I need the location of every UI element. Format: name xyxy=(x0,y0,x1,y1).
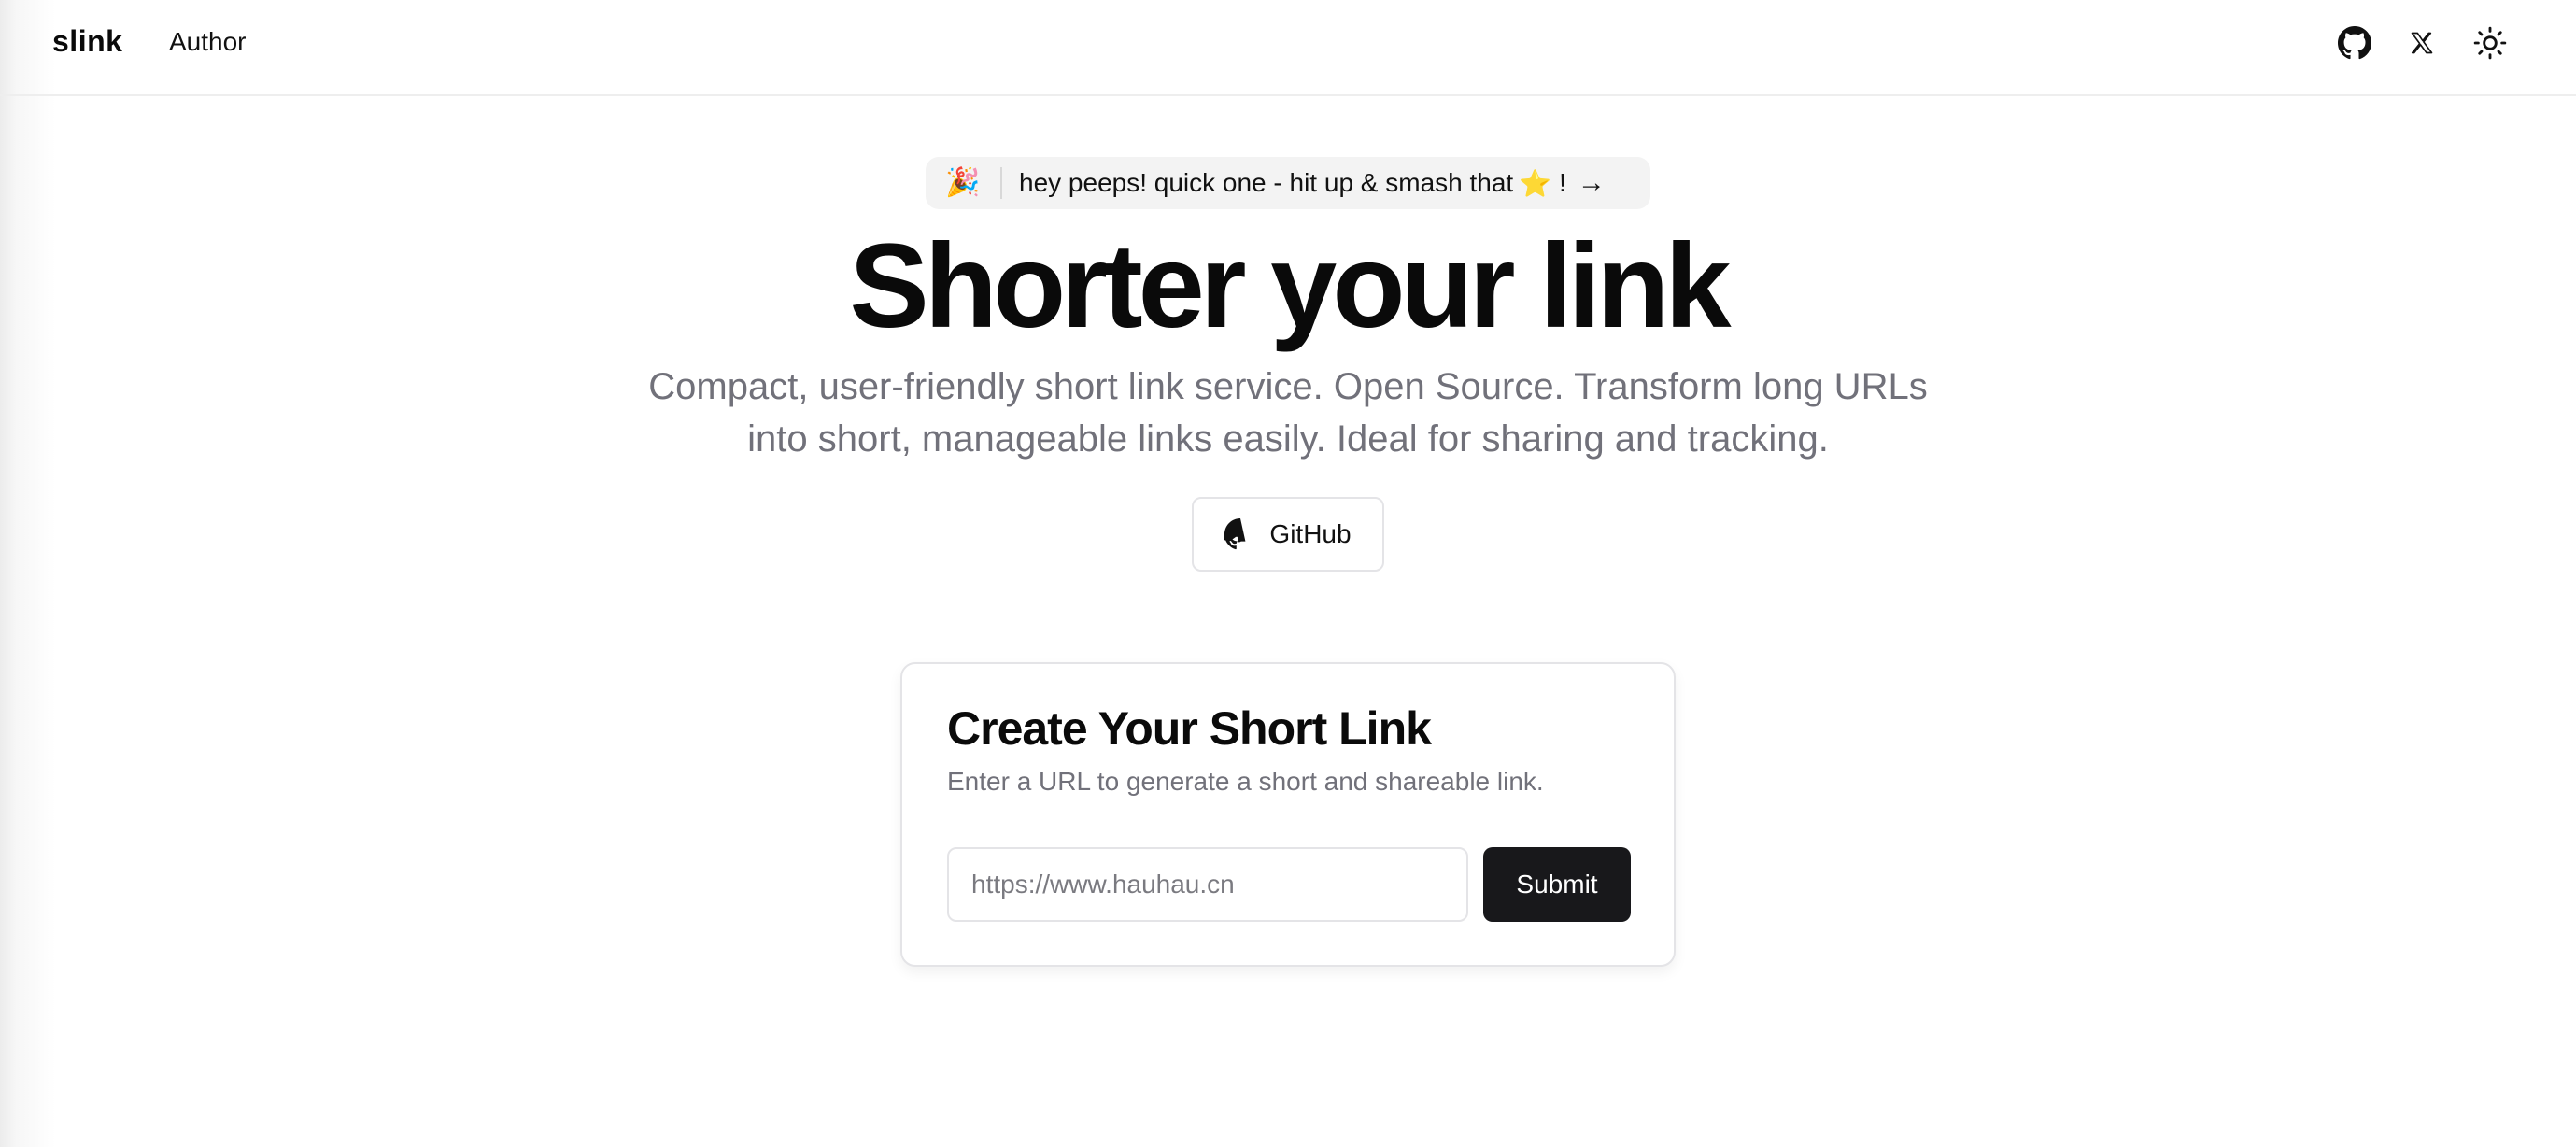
top-navbar: slink Author xyxy=(0,0,2576,96)
announcement-pill[interactable]: 🎉 hey peeps! quick one - hit up & smash … xyxy=(926,157,1650,209)
github-button[interactable]: GitHub xyxy=(1192,497,1384,572)
card-title: Create Your Short Link xyxy=(947,702,1432,755)
nav-link-author[interactable]: Author xyxy=(169,27,247,57)
page: slink Author 🎉 hey peeps! quick one - hi… xyxy=(0,0,2576,1147)
pill-divider xyxy=(1000,167,1002,199)
url-input[interactable] xyxy=(947,847,1468,922)
card-description: Enter a URL to generate a short and shar… xyxy=(947,767,1544,796)
github-button-label: GitHub xyxy=(1269,519,1352,548)
star-icon: ⭐ xyxy=(1519,168,1552,198)
party-popper-icon: 🎉 xyxy=(945,167,981,198)
github-icon xyxy=(1224,518,1246,550)
hero-title: Shorter your link xyxy=(849,219,1731,353)
create-link-card: Create Your Short Link Enter a URL to ge… xyxy=(900,662,1676,967)
arrow-right-icon: → xyxy=(1577,167,1606,198)
hero-subtitle: Compact, user-friendly short link servic… xyxy=(648,366,1928,460)
github-icon[interactable] xyxy=(2334,22,2375,64)
announcement-suffix: ! xyxy=(1559,168,1566,197)
submit-button[interactable]: Submit xyxy=(1483,847,1631,922)
brand-logo[interactable]: slink xyxy=(52,24,122,59)
announcement-text: hey peeps! quick one - hit up & smash th… xyxy=(1019,168,1514,197)
x-logo-icon[interactable] xyxy=(2401,22,2442,64)
sun-icon[interactable] xyxy=(2470,22,2511,64)
